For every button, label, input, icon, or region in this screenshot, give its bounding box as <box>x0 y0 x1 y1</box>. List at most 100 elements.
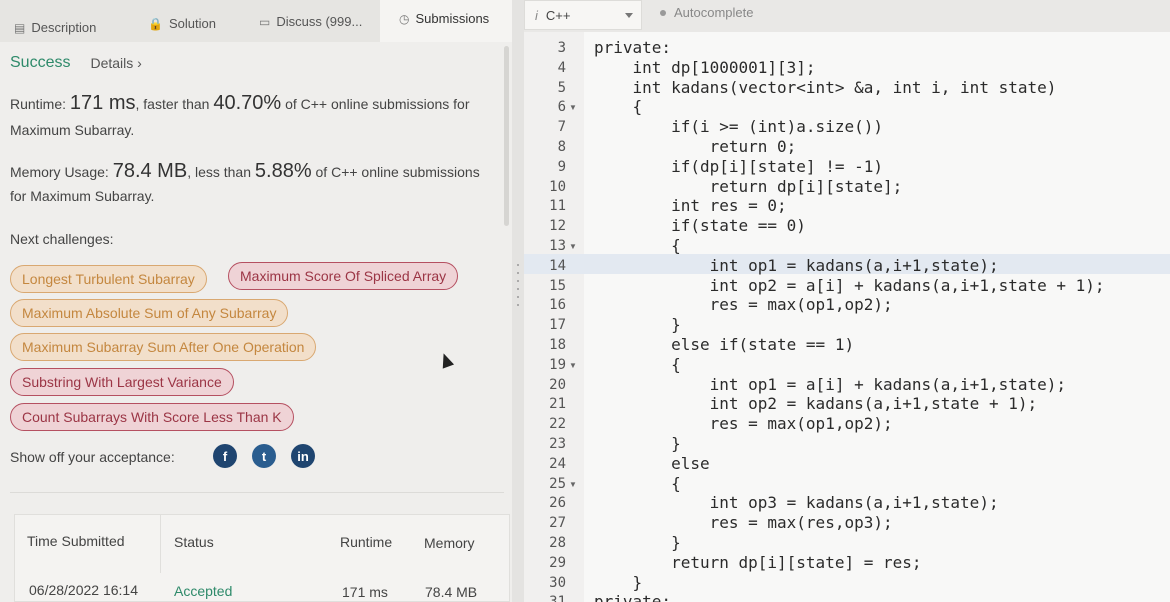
row-status[interactable]: Accepted <box>174 583 232 599</box>
line-number: 5 <box>557 79 566 96</box>
code-line: return dp[i][state] = res; <box>594 552 922 572</box>
line-number: 4 <box>557 59 566 76</box>
challenge-chip[interactable]: Maximum Subarray Sum After One Operation <box>10 333 317 361</box>
tab-discuss[interactable]: ▭ Discuss (999... <box>259 14 362 29</box>
challenge-chip[interactable]: Longest Turbulent Subarray <box>10 265 207 293</box>
line-number: 26 <box>549 495 566 512</box>
header-runtime[interactable]: Runtime <box>340 534 392 550</box>
fold-arrow-icon[interactable]: ▼ <box>569 103 577 112</box>
grip-dot <box>517 288 519 290</box>
facebook-icon[interactable]: f <box>213 444 237 468</box>
runtime-tail-2: Maximum Subarray. <box>10 122 135 138</box>
challenge-chip[interactable]: Count Subarrays With Score Less Than K <box>10 403 294 431</box>
line-number: 14 <box>549 257 566 274</box>
line-number: 7 <box>557 119 566 136</box>
code-editor[interactable]: 3 private: 4 int dp[1000001][3]; 5 int kada… <box>524 32 1170 602</box>
code-line: { <box>594 97 643 117</box>
code-line: int op1 = a[i] + kadans(a,i+1,state); <box>594 374 1067 394</box>
autocomplete-label: Autocomplete <box>674 5 754 20</box>
code-line: } <box>594 533 681 552</box>
line-number: 18 <box>549 337 566 353</box>
line-number: 24 <box>549 455 566 472</box>
code-line: } <box>594 315 681 335</box>
code-line: { <box>594 354 681 374</box>
code-line: private: <box>594 38 672 57</box>
challenge-chip[interactable]: Maximum Score Of Spliced Array <box>228 262 459 290</box>
code-line: int op1 = kadans(a,i+1,state); <box>594 255 999 275</box>
details-link[interactable]: Details › <box>90 55 141 71</box>
autocomplete-dot-icon <box>660 9 666 16</box>
line-number: 11 <box>549 198 566 215</box>
row-runtime: 171 ms <box>342 584 388 600</box>
line-number: 12 <box>549 218 566 235</box>
line-number: 29 <box>549 554 566 571</box>
tab-description[interactable]: ▤ Description <box>14 20 96 35</box>
left-scrollbar[interactable] <box>504 46 509 226</box>
code-line: if(state == 0) <box>594 216 806 236</box>
language-label: C++ <box>545 7 571 23</box>
code-line: res = max(res,op3); <box>594 513 893 533</box>
line-number: 25 <box>549 475 566 492</box>
line-number: 19 <box>549 356 566 373</box>
line-number: 31 <box>524 594 566 602</box>
result-status: Success <box>10 54 71 71</box>
line-number: 22 <box>549 416 566 433</box>
share-label: Show off your acceptance: <box>10 449 175 465</box>
line-number: 6 <box>557 99 566 116</box>
runtime-percentile: 40.70% <box>213 92 282 114</box>
line-number: 8 <box>557 139 566 155</box>
code-line: if(dp[i][state] != -1) <box>594 156 883 176</box>
chat-icon: ▭ <box>259 14 271 29</box>
grip-dot <box>517 272 519 274</box>
runtime-label: Runtime: <box>10 96 67 112</box>
code-line: int op3 = kadans(a,i+1,state); <box>594 493 999 513</box>
left-panel: ▤ Description 🔒 Solution ▭ Discuss (999.… <box>0 0 512 602</box>
fold-arrow-icon[interactable]: ▼ <box>569 361 577 370</box>
editor-toolbar: i C++ Autocomplete <box>524 0 1170 32</box>
details-label: Details <box>90 55 134 71</box>
memory-tail-2: for Maximum Subarray. <box>10 188 155 204</box>
chevron-right-icon: › <box>137 55 142 71</box>
tab-solution[interactable]: 🔒 Solution <box>148 16 216 31</box>
challenge-chip[interactable]: Maximum Absolute Sum of Any Subarray <box>10 299 289 327</box>
header-memory[interactable]: Memory <box>424 535 475 551</box>
fold-arrow-icon[interactable]: ▼ <box>569 242 577 251</box>
memory-percentile: 5.88% <box>254 160 312 182</box>
panel-splitter[interactable] <box>512 0 524 602</box>
submissions-table: Time Submitted Status Runtime Memory 06/… <box>14 514 510 602</box>
tab-bar: ▤ Description 🔒 Solution ▭ Discuss (999.… <box>0 0 512 42</box>
header-time-submitted[interactable]: Time Submitted <box>27 533 125 549</box>
tab-submissions[interactable]: ◷ Submissions <box>399 11 489 26</box>
challenge-chip[interactable]: Substring With Largest Variance <box>10 368 234 396</box>
code-line: { <box>594 473 681 493</box>
next-challenges-label: Next challenges: <box>10 231 114 247</box>
document-icon: ▤ <box>14 20 26 35</box>
fold-arrow-icon[interactable]: ▼ <box>569 480 577 489</box>
code-line: if(i >= (int)a.size()) <box>594 117 883 137</box>
result-row: Success Details › <box>10 54 142 72</box>
code-line: int op2 = kadans(a,i+1,state + 1); <box>594 394 1038 414</box>
code-line: int res = 0; <box>594 196 787 216</box>
tab-solution-label: Solution <box>168 16 216 31</box>
tab-description-label: Description <box>31 20 97 35</box>
code-line: { <box>594 236 681 255</box>
memory-label: Memory Usage: <box>10 164 109 180</box>
linkedin-icon[interactable]: in <box>291 444 315 468</box>
row-memory: 78.4 MB <box>425 584 478 600</box>
column-divider <box>160 515 161 573</box>
line-number: 16 <box>549 297 566 314</box>
code-line: int kadans(vector<int> &a, int i, int st… <box>594 77 1057 97</box>
line-number: 17 <box>549 317 566 334</box>
header-status[interactable]: Status <box>174 534 214 550</box>
code-line: else if(state == 1) <box>594 335 855 354</box>
twitter-icon[interactable]: t <box>252 444 276 468</box>
code-line: int op2 = a[i] + kadans(a,i+1,state + 1)… <box>594 275 1105 295</box>
language-select[interactable]: i C++ <box>524 0 642 30</box>
code-line: return dp[i][state]; <box>594 176 903 196</box>
code-line: res = max(op1,op2); <box>594 414 893 434</box>
line-number: 30 <box>549 574 566 591</box>
code-line: int dp[1000001][3]; <box>594 57 816 77</box>
autocomplete-toggle[interactable]: Autocomplete <box>660 5 754 20</box>
code-line: } <box>594 572 643 592</box>
line-number: 28 <box>549 535 566 551</box>
